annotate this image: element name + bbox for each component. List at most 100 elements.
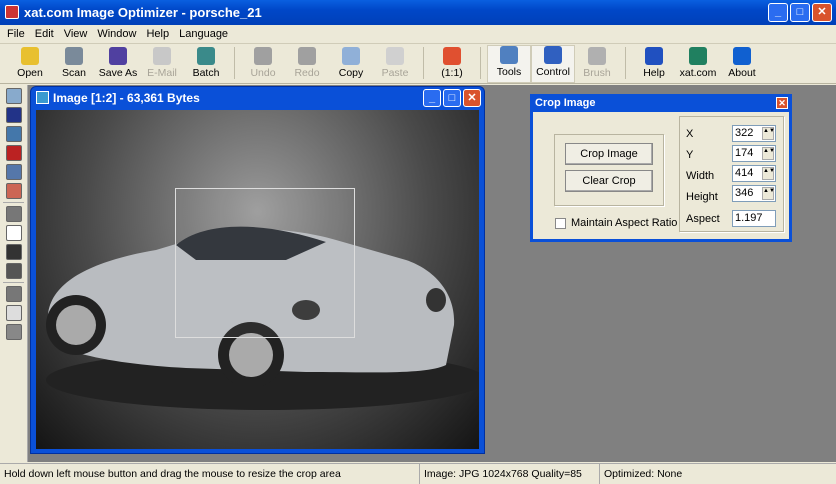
toolbar-label: Copy	[338, 67, 364, 79]
border-tool-icon[interactable]	[5, 324, 22, 340]
image-minimize-button[interactable]: _	[423, 89, 441, 107]
text-tool-icon[interactable]	[5, 145, 22, 161]
toolbar-label: Redo	[294, 67, 320, 79]
aspect-field[interactable]: 1.197	[732, 210, 776, 227]
toolbar-batch-button[interactable]: Batch	[184, 45, 228, 83]
field-value: 322	[735, 127, 754, 139]
toolbar-brush-button[interactable]: Brush	[575, 45, 619, 83]
field-label: X	[686, 128, 694, 140]
paste-icon	[386, 47, 404, 65]
toolbar-help-button[interactable]: Help	[632, 45, 676, 83]
width-spinner[interactable]: ▲▼	[762, 167, 775, 180]
crop-dialog-close-button[interactable]: ✕	[776, 97, 788, 109]
globe-icon	[689, 47, 707, 65]
toolbar-label: Undo	[250, 67, 276, 79]
height-field[interactable]: 346 ▲▼	[732, 185, 776, 202]
help-icon	[645, 47, 663, 65]
toolbar-undo-button[interactable]: Undo	[241, 45, 285, 83]
toolbar-label: Scan	[62, 67, 86, 79]
image-maximize-button[interactable]: □	[443, 89, 461, 107]
copy-icon	[342, 47, 360, 65]
y-field[interactable]: 174 ▲▼	[732, 145, 776, 162]
field-label: Width	[686, 170, 715, 182]
crop-dialog-title: Crop Image	[535, 97, 596, 109]
lasso-tool-icon[interactable]	[5, 206, 22, 222]
x-field[interactable]: 322 ▲▼	[732, 125, 776, 142]
clear-crop-button[interactable]: Clear Crop	[565, 170, 653, 192]
toolbar-redo-button[interactable]: Redo	[285, 45, 329, 83]
field-value: 414	[735, 167, 754, 179]
maintain-aspect-checkbox[interactable]	[555, 218, 566, 229]
close-button[interactable]: ✕	[812, 3, 832, 22]
crop-values-group: Aspect 1.197 X 322 ▲▼ Y 174 ▲▼ Width 414 ▲▼ Heigh…	[679, 116, 784, 232]
scanner-icon	[65, 47, 83, 65]
brush-icon	[588, 47, 606, 65]
status-hint: Hold down left mouse button and drag the…	[0, 464, 420, 484]
crop-selection-rectangle[interactable]	[175, 188, 355, 338]
toolbar-open-button[interactable]: Open	[8, 45, 52, 83]
menu-view[interactable]: View	[59, 25, 93, 43]
toolbar-paste-button[interactable]: Paste	[373, 45, 417, 83]
app-title-bar: xat.com Image Optimizer - porsche_21 _ □…	[0, 0, 836, 25]
toolbar-tools-button[interactable]: Tools	[487, 45, 531, 83]
frame-tool-icon[interactable]	[5, 305, 22, 321]
toolbar-label: (1:1)	[441, 67, 463, 79]
width-field[interactable]: 414 ▲▼	[732, 165, 776, 182]
toolbar-separator	[234, 47, 235, 79]
resize-tool-icon[interactable]	[5, 126, 22, 142]
x-spinner[interactable]: ▲▼	[762, 127, 775, 140]
actual-size-icon	[443, 47, 461, 65]
line-tool-icon[interactable]	[5, 244, 22, 260]
toolbar-control-button[interactable]: Control	[531, 45, 575, 83]
dropper-tool-icon[interactable]	[5, 263, 22, 279]
toolbar-save-as-button[interactable]: Save As	[96, 45, 140, 83]
field-label: Y	[686, 149, 694, 161]
effects-tool-icon[interactable]	[5, 183, 22, 199]
info-icon	[733, 47, 751, 65]
toolbar-label: Open	[17, 67, 43, 79]
image-close-button[interactable]: ✕	[463, 89, 481, 107]
toolbar-label: About	[728, 67, 756, 79]
toolbar-scan-button[interactable]: Scan	[52, 45, 96, 83]
fill-color-tool-icon[interactable]	[5, 286, 22, 302]
status-bar: Hold down left mouse button and drag the…	[0, 463, 836, 484]
hammer-icon	[500, 46, 518, 64]
menu-language[interactable]: Language	[174, 25, 233, 43]
control-icon	[544, 46, 562, 64]
crop-tool-icon[interactable]	[5, 107, 22, 123]
toolbar-label: E-Mail	[147, 67, 177, 79]
toolbar-about-button[interactable]: About	[720, 45, 764, 83]
toolbar-separator	[423, 47, 424, 79]
toolbar-xat-com-button[interactable]: xat.com	[676, 45, 720, 83]
crop-actions-group: Crop Image Clear Crop	[554, 134, 664, 206]
y-spinner[interactable]: ▲▼	[762, 147, 775, 160]
image-icon	[36, 91, 49, 104]
rectangle-tool-icon[interactable]	[5, 225, 22, 241]
magnifier-tool-icon[interactable]	[5, 88, 22, 104]
stamp-tool-icon[interactable]	[5, 164, 22, 180]
image-canvas[interactable]	[36, 110, 479, 449]
toolbar-1-1-button[interactable]: (1:1)	[430, 45, 474, 83]
aspect-label: Aspect	[686, 213, 720, 225]
undo-icon	[254, 47, 272, 65]
height-spinner[interactable]: ▲▼	[762, 187, 775, 200]
maximize-button[interactable]: □	[790, 3, 810, 22]
menu-file[interactable]: File	[2, 25, 30, 43]
status-optimized: Optimized: None	[604, 468, 683, 480]
status-image-info: Image: JPG 1024x768 Quality=85	[420, 464, 600, 484]
tool-separator	[3, 202, 24, 203]
toolbar: Open Scan Save As E-Mail Batch Undo Redo Copy Pa…	[0, 44, 836, 84]
menu-window[interactable]: Window	[92, 25, 141, 43]
toolbar-label: Brush	[583, 67, 611, 79]
menu-help[interactable]: Help	[141, 25, 174, 43]
toolbar-copy-button[interactable]: Copy	[329, 45, 373, 83]
crop-image-button[interactable]: Crop Image	[565, 143, 653, 165]
toolbar-label: Help	[643, 67, 665, 79]
minimize-button[interactable]: _	[768, 3, 788, 22]
floppy-disk-icon	[109, 47, 127, 65]
toolbar-label: xat.com	[679, 67, 717, 79]
toolbar-e-mail-button[interactable]: E-Mail	[140, 45, 184, 83]
menu-edit[interactable]: Edit	[30, 25, 59, 43]
tool-palette	[0, 85, 28, 462]
app-icon	[5, 5, 19, 19]
